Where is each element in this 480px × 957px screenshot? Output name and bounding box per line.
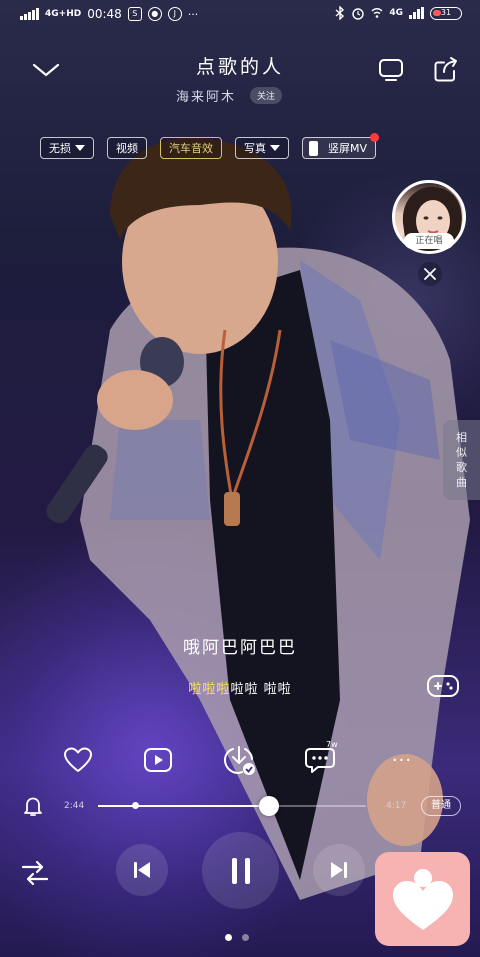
- total-time: 4:17: [386, 801, 407, 811]
- video-play-icon: [144, 748, 172, 772]
- network-type-right: 4G: [389, 8, 403, 18]
- caret-down-icon: [75, 145, 85, 151]
- car-audio-label: 汽车音效: [169, 141, 213, 155]
- follow-button[interactable]: 关注: [250, 87, 283, 104]
- video-tag[interactable]: 视频: [107, 137, 147, 159]
- close-icon: [424, 268, 436, 280]
- shuffle-icon: [21, 860, 49, 886]
- feature-tag-row: 无损 视频 汽车音效 写真 竖屏MV: [40, 133, 380, 159]
- game-button[interactable]: [426, 672, 460, 700]
- progress-knob[interactable]: [259, 796, 279, 816]
- similar-songs-tab[interactable]: 相似歌曲: [443, 420, 480, 500]
- heart-icon: [64, 747, 92, 772]
- network-type: 4G+HD: [45, 9, 82, 19]
- artist-name[interactable]: 海来阿木: [176, 86, 236, 105]
- share-button[interactable]: [428, 52, 464, 88]
- comment-icon: [305, 748, 335, 773]
- tv-screen-icon: [379, 59, 403, 81]
- browser-notification-icon: ●: [147, 7, 162, 21]
- vertical-mv-button[interactable]: 竖屏MV: [302, 133, 380, 159]
- close-singer-button[interactable]: [418, 262, 442, 286]
- song-title: 点歌的人: [195, 56, 284, 78]
- current-lyric-line: 哦阿巴阿巴巴: [183, 638, 297, 658]
- bell-icon: [24, 797, 42, 816]
- page-indicator: [225, 934, 249, 941]
- favorite-shortcut-button[interactable]: [375, 852, 470, 946]
- elapsed-time: 2:44: [64, 801, 85, 811]
- similar-songs-label: 相似歌曲: [456, 431, 467, 489]
- download-button[interactable]: [221, 742, 257, 778]
- photo-dropdown[interactable]: 写真: [235, 137, 289, 159]
- next-lyric-line: 啦啦啦啦啦 啦啦: [0, 678, 480, 697]
- pause-icon: [231, 857, 250, 884]
- car-audio-tag[interactable]: 汽车音效: [160, 137, 222, 159]
- share-icon: [434, 57, 457, 82]
- photo-label: 写真: [244, 141, 266, 155]
- play-mv-button[interactable]: [140, 742, 176, 778]
- comment-count: 7w: [326, 740, 338, 749]
- more-icon: ···: [391, 749, 413, 771]
- sound-quality-label: 无损: [49, 141, 71, 155]
- alarm-icon: [352, 8, 365, 20]
- sound-quality-dropdown[interactable]: 无损: [40, 137, 94, 159]
- audio-quality-button[interactable]: 普通: [421, 796, 461, 816]
- chevron-down-icon: [32, 63, 60, 77]
- signal-icon-right: [409, 7, 424, 19]
- heart-person-icon: [392, 869, 453, 930]
- progress-fill: [98, 805, 269, 807]
- download-icon: [223, 746, 255, 775]
- now-singing-label: 正在唱: [404, 233, 454, 249]
- signal-icon: [20, 8, 39, 20]
- app-notification-icon: S: [127, 7, 142, 21]
- skip-next-icon: [331, 862, 347, 878]
- page-dot-active: [225, 934, 232, 941]
- more-button[interactable]: ···: [384, 742, 420, 778]
- clock: 00:48: [87, 7, 122, 21]
- like-button[interactable]: [60, 742, 96, 778]
- battery-icon: 31: [430, 6, 462, 20]
- progress-track[interactable]: [98, 796, 366, 816]
- previous-button[interactable]: [116, 844, 168, 896]
- wifi-icon: [371, 8, 383, 18]
- lyric-highlight: 啦啦啦: [188, 682, 231, 697]
- lyric-rest: 啦啦 啦啦: [230, 682, 292, 697]
- cast-button[interactable]: [373, 52, 409, 88]
- phone-icon: [309, 140, 318, 156]
- gamepad-icon: [427, 675, 459, 697]
- next-button[interactable]: [313, 844, 365, 896]
- collapse-button[interactable]: [28, 52, 64, 88]
- page-dot: [242, 934, 249, 941]
- ringtone-button[interactable]: [22, 795, 44, 817]
- caret-down-icon: [270, 145, 280, 151]
- climax-marker: [132, 802, 139, 809]
- notification-dot: [370, 133, 380, 142]
- more-notifications-icon: ···: [187, 7, 199, 21]
- bluetooth-icon: [335, 6, 345, 20]
- vertical-mv-label: 竖屏MV: [328, 141, 368, 155]
- artist-row: 海来阿木 关注: [176, 86, 283, 105]
- skip-previous-icon: [134, 862, 150, 878]
- status-bar: 4G+HD 00:48 S ● J ··· 4G 31: [0, 0, 480, 32]
- app-notification-icon-2: J: [167, 7, 182, 21]
- play-mode-button[interactable]: [20, 858, 50, 888]
- pause-button[interactable]: [202, 832, 279, 909]
- video-label: 视频: [116, 141, 138, 155]
